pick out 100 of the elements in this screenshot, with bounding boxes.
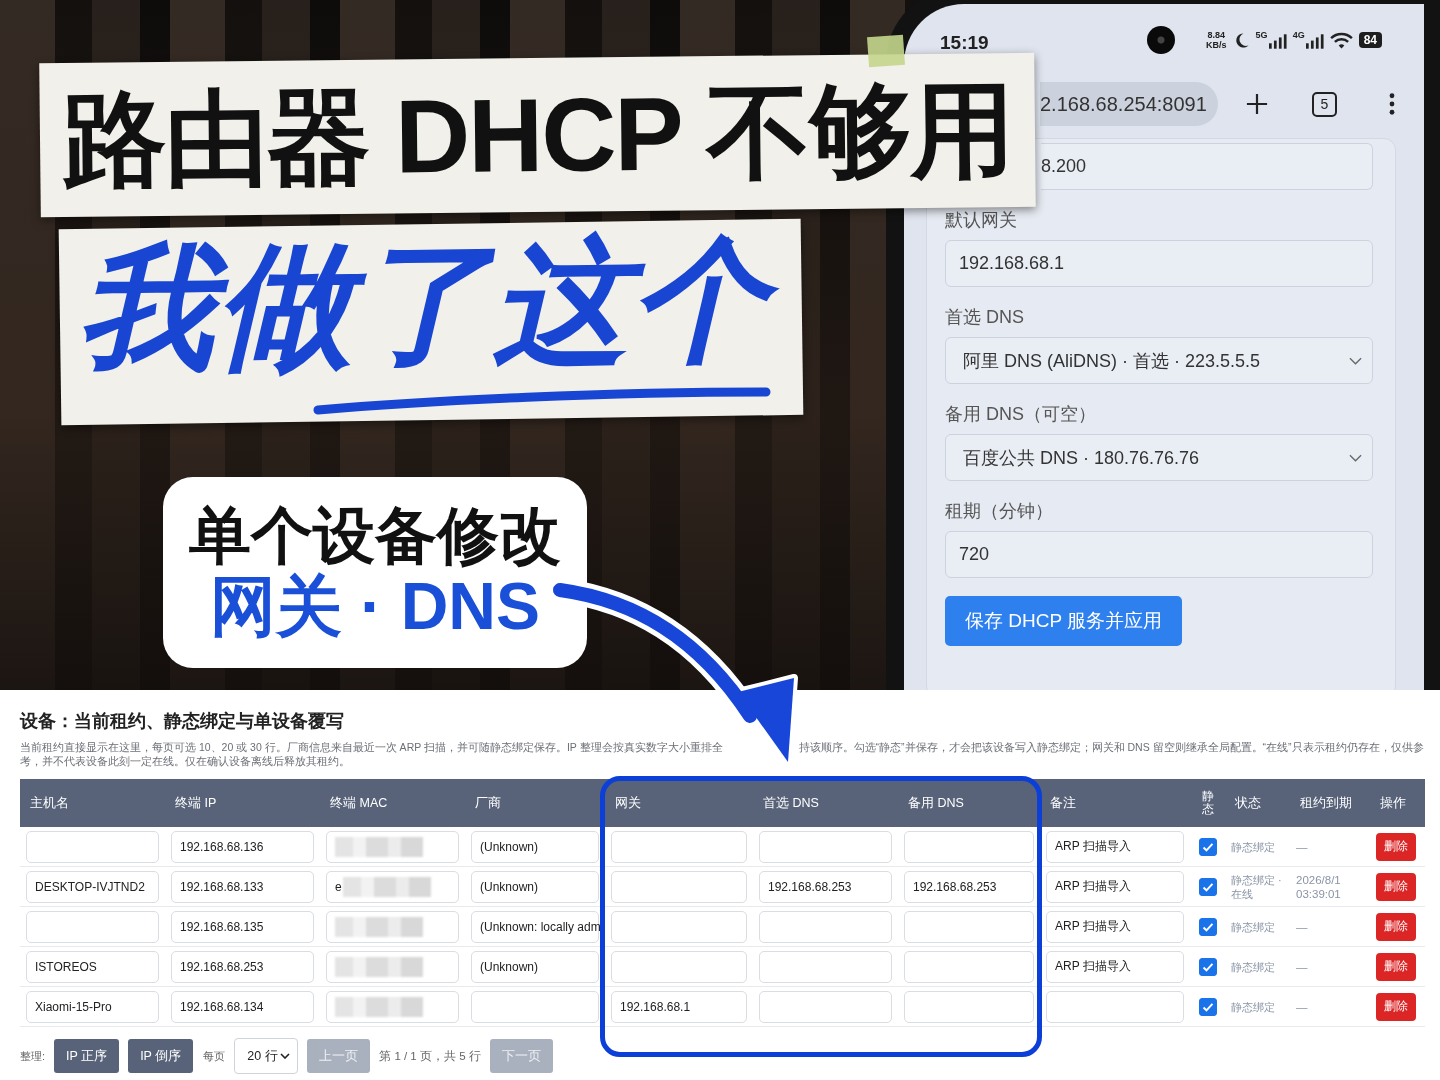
delete-button[interactable]: 删除 [1376, 872, 1416, 901]
status-text: 静态绑定 [1231, 999, 1276, 1014]
address-bar[interactable]: 2.168.68.254:8091 [1040, 82, 1218, 126]
delete-button[interactable]: 删除 [1376, 912, 1416, 941]
mac-input[interactable] [326, 950, 459, 983]
dns-input[interactable] [759, 910, 892, 943]
column-header: 终端 MAC [329, 794, 388, 812]
ip-input[interactable]: 192.168.68.134 [171, 990, 314, 1023]
callout-text: 单个设备修改 [189, 503, 561, 569]
save-button[interactable]: 保存 DHCP 服务并应用 [945, 596, 1183, 646]
mac-input[interactable]: e [326, 870, 459, 903]
status-text: 静态绑定 · 在线 [1231, 872, 1283, 901]
dns-input[interactable] [904, 990, 1034, 1023]
vendor-input[interactable]: (Unknown: locally adm [471, 910, 599, 943]
description-text: 持该顺序。勾选“静态”并保存，才会把该设备写入静态绑定；网关和 DNS 留空则继承全局配置。“在线”只表示租约仍存在，仅供参 [798, 740, 1424, 754]
description-text: 考，并不代表设备此刻一定在线。仅在确认设备离线后释放其租约。 [20, 754, 350, 768]
gateway-input[interactable] [611, 950, 747, 983]
clock-time: 15:19 [940, 32, 989, 54]
dns-input[interactable] [759, 950, 892, 983]
note-input[interactable] [1046, 990, 1184, 1023]
hostname-input[interactable]: ISTOREOS [26, 950, 159, 983]
input-field[interactable]: 720 [945, 531, 1373, 578]
field-label: 租期（分钟） [945, 500, 1054, 523]
note-input[interactable]: ARP 扫描导入 [1046, 870, 1184, 903]
column-header: 状态 [1234, 794, 1261, 812]
static-checkbox[interactable] [1198, 997, 1217, 1016]
column-header: 备注 [1049, 794, 1076, 812]
gateway-input[interactable] [611, 910, 747, 943]
note-input[interactable]: ARP 扫描导入 [1046, 830, 1184, 863]
column-header: 操作 [1379, 794, 1406, 812]
note-input[interactable]: ARP 扫描导入 [1046, 910, 1184, 943]
gateway-input[interactable] [611, 830, 747, 863]
vendor-input[interactable]: (Unknown) [471, 950, 599, 983]
dns-input[interactable]: 192.168.68.253 [904, 870, 1034, 903]
page-size-select[interactable]: 20 行 [234, 1038, 299, 1074]
plus-icon[interactable] [1246, 93, 1268, 115]
dns-input[interactable]: 192.168.68.253 [759, 870, 892, 903]
ip-input[interactable]: 192.168.68.135 [171, 910, 314, 943]
delete-button[interactable]: 删除 [1376, 992, 1416, 1021]
mac-input[interactable] [326, 830, 459, 863]
column-header: 厂商 [474, 794, 501, 812]
column-header: 网关 [614, 794, 641, 812]
sort-button[interactable]: IP 正序 [54, 1039, 120, 1073]
dns-select[interactable]: 百度公共 DNS · 180.76.76.76 [945, 434, 1373, 481]
vendor-input[interactable]: (Unknown) [471, 870, 599, 903]
delete-button[interactable]: 删除 [1376, 952, 1416, 981]
column-header: 租约到期 [1299, 794, 1352, 812]
dns-input[interactable] [904, 830, 1034, 863]
static-checkbox[interactable] [1198, 957, 1217, 976]
hostname-input[interactable]: DESKTOP-IVJTND2 [26, 870, 159, 903]
mac-input[interactable] [326, 910, 459, 943]
field-label: 默认网关 [945, 209, 1018, 232]
static-checkbox[interactable] [1198, 877, 1217, 896]
chevron-down-icon [280, 1053, 291, 1059]
description-text: 当前租约直接显示在这里，每页可选 10、20 或 30 行。厂商信息来自最近一次 ARP 扫描，并可随静态绑定保存。IP 整理会按真实数字大小重排全 [20, 740, 723, 754]
section-title: 设备：当前租约、静态绑定与单设备覆写 [20, 710, 345, 733]
delete-button[interactable]: 删除 [1376, 832, 1416, 861]
page-size-label: 每页 [203, 1048, 226, 1064]
page-info-text: 第 1 / 1 页，共 5 行 [379, 1048, 481, 1064]
front-camera-icon [1147, 26, 1175, 54]
dns-input[interactable] [904, 950, 1034, 983]
vendor-input[interactable] [471, 990, 599, 1023]
column-header: 终端 IP [174, 794, 217, 812]
headline-text: 我做了这个 [69, 225, 792, 385]
hostname-input[interactable] [26, 830, 159, 863]
static-checkbox[interactable] [1198, 837, 1217, 856]
sort-button[interactable]: IP 倒序 [128, 1039, 194, 1073]
column-header: 备用 DNS [907, 794, 964, 812]
static-checkbox[interactable] [1198, 917, 1217, 936]
hostname-input[interactable]: Xiaomi-15-Pro [26, 990, 159, 1023]
status-text: 静态绑定 [1231, 959, 1276, 974]
ip-input[interactable]: 192.168.68.136 [171, 830, 314, 863]
more-options-icon[interactable] [1389, 93, 1395, 115]
dns-select[interactable]: 阿里 DNS (AliDNS) · 首选 · 223.5.5.5 [945, 337, 1373, 384]
hostname-input[interactable] [26, 910, 159, 943]
battery-indicator: 84 [1358, 32, 1382, 48]
vendor-input[interactable]: (Unknown) [471, 830, 599, 863]
column-header: 主机名 [29, 794, 69, 812]
input-field[interactable]: 8.200 [1041, 143, 1373, 190]
network-speed-unit: KB/s [1206, 40, 1227, 50]
dns-input[interactable] [759, 830, 892, 863]
input-field[interactable]: 192.168.68.1 [945, 240, 1373, 287]
status-text: 静态绑定 [1231, 919, 1276, 934]
mac-input[interactable] [326, 990, 459, 1023]
lease-expiry-text: 2026/8/1 03:39:01 [1296, 872, 1342, 901]
note-input[interactable]: ARP 扫描导入 [1046, 950, 1184, 983]
chevron-down-icon [1349, 453, 1362, 462]
status-text: 静态绑定 [1231, 839, 1276, 854]
network-type-label: 5G [1255, 31, 1268, 40]
network-type-label: 4G [1292, 31, 1305, 40]
tab-count-button[interactable]: 5 [1312, 91, 1337, 117]
headline-text: 路由器 DHCP 不够用 [61, 78, 1014, 192]
signal-icon [1268, 34, 1287, 49]
gateway-input[interactable] [611, 870, 747, 903]
gateway-input[interactable]: 192.168.68.1 [611, 990, 747, 1023]
ip-input[interactable]: 192.168.68.253 [171, 950, 314, 983]
dns-input[interactable] [904, 910, 1034, 943]
ip-input[interactable]: 192.168.68.133 [171, 870, 314, 903]
field-label: 首选 DNS [945, 306, 1025, 329]
dns-input[interactable] [759, 990, 892, 1023]
